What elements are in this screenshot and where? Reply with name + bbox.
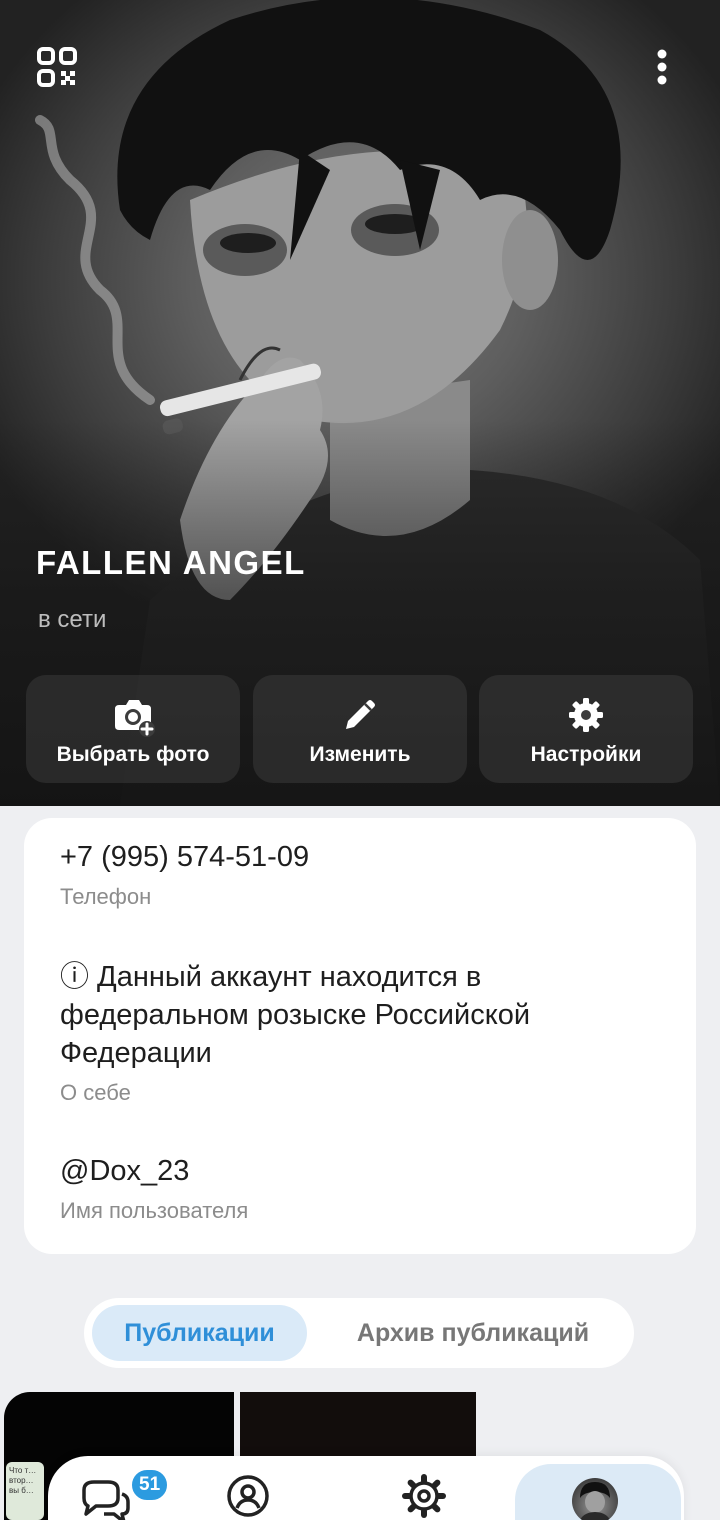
chat-preview-snippet: Что т… втор… вы б… (6, 1462, 44, 1520)
choose-photo-button[interactable]: Выбрать фото (26, 675, 240, 783)
avatar (572, 1478, 618, 1520)
profile-cover: FALLEN ANGEL в сети Выбрать фото Изменит… (0, 0, 720, 806)
nav-contacts[interactable] (218, 1472, 278, 1520)
settings-icon (402, 1474, 446, 1518)
pencil-icon (346, 700, 375, 729)
bottom-navigation: 51 (48, 1456, 684, 1520)
qr-code-icon[interactable] (36, 46, 78, 88)
profile-name: FALLEN ANGEL (36, 544, 306, 581)
about-label: О себе (60, 1080, 131, 1105)
tab-publications[interactable]: Публикации (92, 1305, 307, 1361)
chats-icon (82, 1480, 130, 1520)
phone-label: Телефон (60, 884, 152, 909)
username-value: @Dox_23 (60, 1155, 190, 1187)
username-label: Имя пользователя (60, 1198, 249, 1223)
settings-button[interactable]: Настройки (479, 675, 693, 783)
choose-photo-label: Выбрать фото (56, 743, 210, 766)
edit-profile-button[interactable]: Изменить (253, 675, 467, 783)
about-row[interactable]: ⓘ Данный аккаунт находится в федеральном… (60, 958, 666, 1106)
tab-archive[interactable]: Архив публикаций (328, 1305, 618, 1361)
settings-label: Настройки (530, 743, 642, 766)
online-status: в сети (38, 606, 107, 633)
unread-count-badge: 51 (130, 1468, 170, 1502)
nav-settings[interactable] (394, 1472, 454, 1520)
nav-chats[interactable]: 51 (74, 1468, 170, 1520)
phone-row[interactable]: +7 (995) 574-51-09 Телефон (60, 838, 666, 910)
gear-icon (569, 698, 603, 732)
contacts-icon (227, 1475, 269, 1517)
about-value: ⓘ Данный аккаунт находится в федеральном… (60, 961, 531, 1069)
phone-value: +7 (995) 574-51-09 (60, 841, 310, 873)
profile-info-card: +7 (995) 574-51-09 Телефон ⓘ Данный акка… (24, 818, 696, 1254)
username-row[interactable]: @Dox_23 Имя пользователя (60, 1152, 666, 1224)
publications-tabs: Публикации Архив публикаций (84, 1298, 634, 1368)
nav-profile[interactable] (515, 1464, 681, 1520)
more-options-icon[interactable] (646, 46, 678, 88)
camera-add-icon (115, 700, 155, 737)
edit-label: Изменить (309, 743, 411, 766)
